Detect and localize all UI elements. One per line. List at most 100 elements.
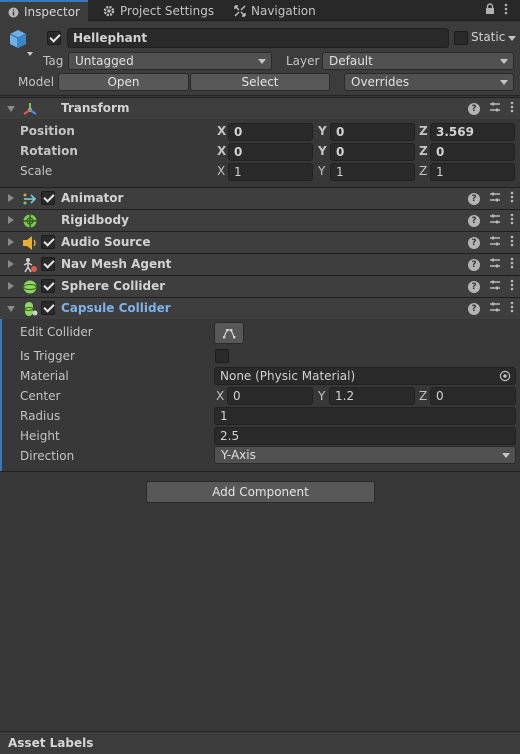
presets-icon[interactable]	[489, 213, 501, 228]
is-trigger-checkbox[interactable]	[215, 349, 229, 363]
foldout-arrow-icon[interactable]	[8, 282, 14, 290]
position-y-field[interactable]: 0	[330, 123, 415, 141]
audio-source-enabled-checkbox[interactable]	[41, 235, 55, 249]
nav-mesh-agent-enabled-checkbox[interactable]	[41, 257, 55, 271]
foldout-arrow-icon[interactable]	[7, 106, 15, 112]
foldout-arrow-icon[interactable]	[7, 306, 15, 312]
foldout-arrow-icon[interactable]	[8, 216, 14, 224]
help-icon[interactable]: ?	[468, 236, 480, 249]
radius-field[interactable]: 1	[214, 407, 516, 425]
prefab-icon[interactable]	[7, 28, 35, 61]
overrides-dropdown[interactable]: Overrides	[344, 73, 514, 91]
add-component-button[interactable]: Add Component	[146, 481, 375, 503]
rigidbody-header[interactable]: Rigidbody ?	[0, 209, 520, 231]
open-button[interactable]: Open	[58, 73, 189, 91]
presets-icon[interactable]	[489, 257, 501, 272]
chevron-down-icon	[500, 59, 508, 64]
foldout-arrow-icon[interactable]	[8, 238, 14, 246]
object-picker-icon[interactable]	[499, 370, 511, 385]
center-x-field[interactable]: 0	[227, 387, 313, 405]
context-menu-icon[interactable]	[510, 191, 514, 206]
component-tools: ?	[468, 279, 514, 294]
center-z-field[interactable]: 0	[430, 387, 516, 405]
nav-mesh-agent-header[interactable]: Nav Mesh Agent ?	[0, 253, 520, 275]
rotation-x-field[interactable]: 0	[228, 143, 313, 161]
foldout-arrow-icon[interactable]	[8, 194, 14, 202]
position-z-field[interactable]: 3.569	[430, 123, 515, 141]
help-icon[interactable]: ?	[468, 102, 480, 115]
height-label: Height	[20, 429, 60, 443]
component-tools: ?	[468, 257, 514, 272]
scale-y-label: Y	[318, 164, 326, 178]
context-menu-icon[interactable]	[510, 101, 514, 116]
rigidbody-icon	[22, 213, 38, 229]
direction-dropdown[interactable]: Y-Axis	[214, 446, 516, 464]
context-menu-icon[interactable]	[510, 301, 514, 316]
tab-navigation[interactable]: Navigation	[226, 0, 324, 21]
layer-dropdown[interactable]: Default	[322, 52, 514, 70]
material-field[interactable]: None (Physic Material)	[214, 367, 516, 385]
context-menu-icon[interactable]	[510, 235, 514, 250]
scale-label: Scale	[20, 164, 53, 178]
center-z-label: Z	[419, 389, 428, 403]
tab-inspector-label: Inspector	[24, 5, 80, 19]
presets-icon[interactable]	[489, 235, 501, 250]
rotation-y-label: Y	[318, 144, 327, 158]
lock-icon[interactable]	[485, 3, 495, 18]
help-icon[interactable]: ?	[468, 302, 480, 315]
transform-title: Transform	[61, 101, 130, 115]
tab-menu-icon[interactable]	[504, 3, 508, 18]
help-icon[interactable]: ?	[468, 192, 480, 205]
transform-body: Position X 0 Y 0 Z 3.569 Rotation X 0 Y …	[0, 120, 520, 187]
audio-source-icon	[22, 235, 38, 251]
tab-project-settings[interactable]: Project Settings	[95, 0, 222, 21]
presets-icon[interactable]	[489, 301, 501, 316]
sphere-collider-title: Sphere Collider	[61, 279, 166, 293]
tab-bar: Inspector Project Settings Navigation	[0, 0, 520, 22]
component-tools: ?	[468, 301, 514, 316]
presets-icon[interactable]	[489, 279, 501, 294]
context-menu-icon[interactable]	[510, 213, 514, 228]
scale-z-label: Z	[419, 164, 428, 178]
rotation-z-label: Z	[419, 144, 428, 158]
center-y-field[interactable]: 1.2	[329, 387, 415, 405]
active-checkbox[interactable]	[47, 31, 61, 45]
sphere-collider-enabled-checkbox[interactable]	[41, 279, 55, 293]
context-menu-icon[interactable]	[510, 257, 514, 272]
select-button[interactable]: Select	[190, 73, 330, 91]
foldout-arrow-icon[interactable]	[8, 260, 14, 268]
rotation-z-field[interactable]: 0	[430, 143, 515, 161]
rotation-y-field[interactable]: 0	[330, 143, 415, 161]
tab-inspector[interactable]: Inspector	[0, 0, 88, 22]
capsule-collider-enabled-checkbox[interactable]	[41, 301, 55, 315]
scale-x-label: X	[217, 164, 226, 178]
scale-y-field[interactable]: 1	[330, 163, 415, 181]
height-field[interactable]: 2.5	[214, 427, 516, 445]
navigation-icon	[234, 4, 246, 17]
sphere-collider-icon	[22, 279, 38, 295]
help-icon[interactable]: ?	[468, 214, 480, 227]
help-icon[interactable]: ?	[468, 280, 480, 293]
nav-mesh-agent-icon	[22, 257, 38, 273]
tag-dropdown[interactable]: Untagged	[68, 52, 272, 70]
static-dropdown-icon[interactable]	[508, 36, 516, 41]
edit-collider-button[interactable]	[214, 322, 244, 344]
direction-label: Direction	[20, 449, 75, 463]
presets-icon[interactable]	[489, 101, 501, 116]
position-x-field[interactable]: 0	[228, 123, 313, 141]
scale-z-field[interactable]: 1	[430, 163, 515, 181]
sphere-collider-header[interactable]: Sphere Collider ?	[0, 275, 520, 297]
animator-header[interactable]: Animator ?	[0, 187, 520, 209]
scale-x-field[interactable]: 1	[228, 163, 313, 181]
animator-enabled-checkbox[interactable]	[41, 191, 55, 205]
capsule-collider-header[interactable]: Capsule Collider ?	[0, 297, 520, 319]
object-name-field[interactable]: Hellephant	[67, 28, 449, 48]
help-icon[interactable]: ?	[468, 258, 480, 271]
gear-icon	[103, 5, 115, 17]
static-checkbox[interactable]	[454, 31, 468, 45]
asset-labels-bar[interactable]: Asset Labels	[0, 731, 520, 754]
audio-source-header[interactable]: Audio Source ?	[0, 231, 520, 253]
context-menu-icon[interactable]	[510, 279, 514, 294]
presets-icon[interactable]	[489, 191, 501, 206]
transform-header[interactable]: Transform ?	[0, 97, 520, 119]
